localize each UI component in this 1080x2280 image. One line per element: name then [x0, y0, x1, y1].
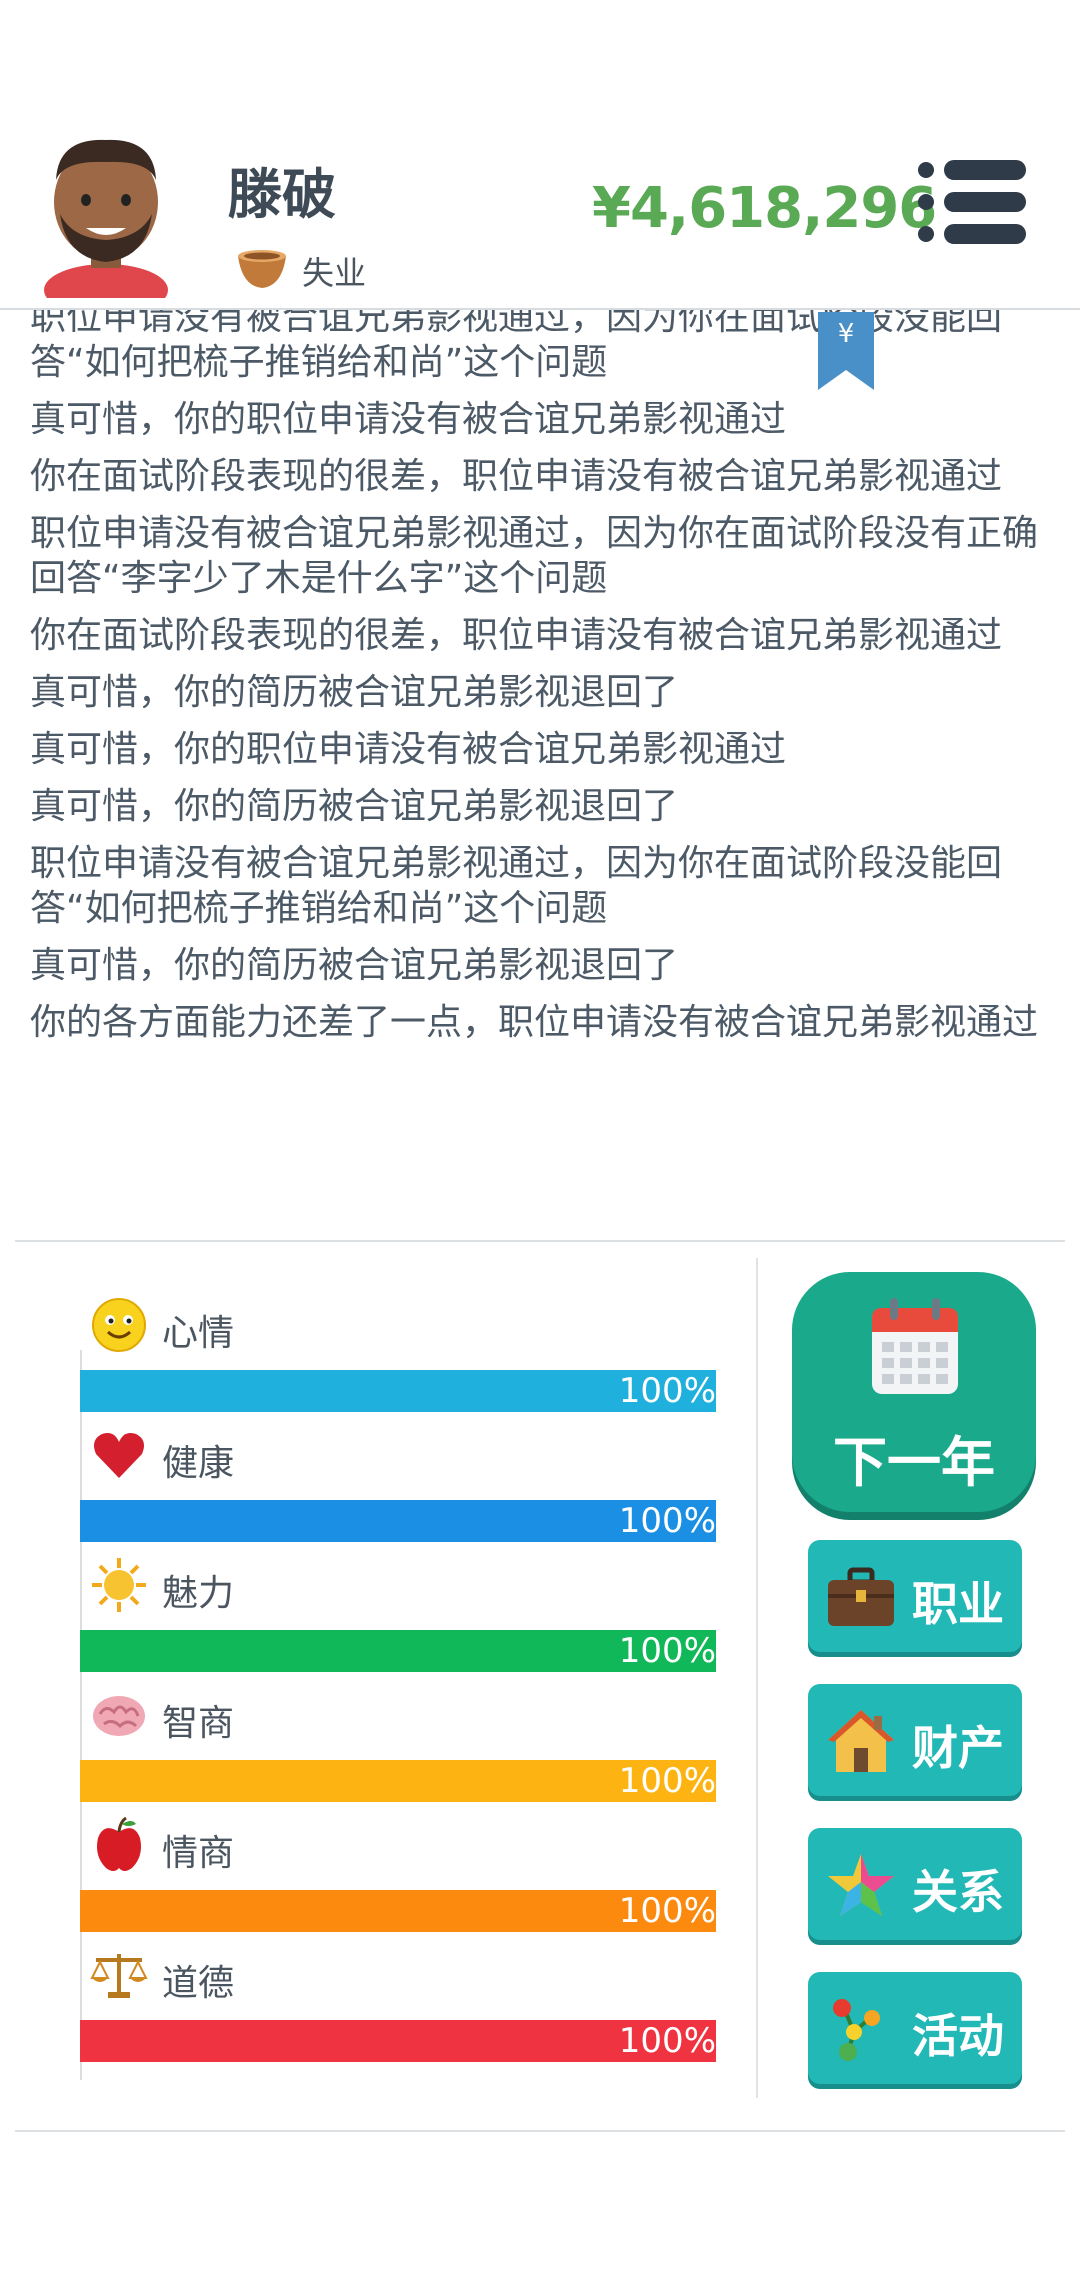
log-entry: 职位申请没有被合谊兄弟影视通过，因为你在面试阶段没能回答“如何把梳子推销给和尚”… [30, 310, 1003, 383]
log-entry: 职位申请没有被合谊兄弟影视通过，因为你在面试阶段没能回答“如何把梳子推销给和尚”… [30, 843, 1003, 929]
log-entry: 真可惜，你的简历被合谊兄弟影视退回了 [30, 786, 679, 827]
log-entry: 真可惜，你的职位申请没有被合谊兄弟影视通过 [30, 399, 787, 440]
stat-row: 智商 100% [80, 1686, 720, 1816]
section-divider [15, 1240, 1065, 1242]
heart-icon [94, 1433, 144, 1478]
stat-value: 100% [618, 1891, 716, 1931]
scales-icon [90, 1954, 148, 1998]
stat-label: 情商 [162, 1833, 235, 1874]
log-entry: 你的各方面能力还差了一点，职位申请没有被合谊兄弟影视通过 [30, 1002, 1039, 1043]
activities-label: 活动 [912, 2009, 1004, 2063]
column-divider [756, 1258, 758, 2098]
apple-icon [97, 1816, 141, 1871]
player-name: 滕破 [228, 163, 336, 226]
sun-icon [92, 1558, 146, 1612]
bottom-divider [15, 2130, 1065, 2132]
stat-row: 情商 100% [80, 1816, 720, 1946]
briefcase-icon [828, 1567, 894, 1626]
stat-label: 智商 [162, 1703, 235, 1744]
stat-row: 道德 100% [80, 1946, 720, 2076]
career-button[interactable]: 职业 [808, 1540, 1022, 1652]
stat-row: 心情 100% [80, 1296, 720, 1426]
log-entry: 真可惜，你的简历被合谊兄弟影视退回了 [30, 945, 679, 986]
stat-value: 100% [618, 1501, 716, 1541]
property-label: 财产 [912, 1721, 1004, 1775]
stat-label: 心情 [162, 1313, 235, 1354]
relations-button[interactable]: 关系 [808, 1828, 1022, 1940]
career-label: 职业 [912, 1577, 1004, 1631]
stat-value: 100% [618, 2021, 716, 2061]
bowl-icon [238, 250, 286, 288]
avatar[interactable] [36, 130, 176, 298]
job-status: 失业 [302, 254, 367, 292]
player-header: 滕破 失业 ¥4,618,296 [0, 120, 1080, 310]
money-balance: ¥4,618,296 [592, 176, 937, 241]
stat-label: 魅力 [162, 1573, 235, 1614]
calendar-icon [872, 1298, 958, 1394]
activities-icon [833, 1999, 880, 2061]
bookmark-icon[interactable]: ¥ [818, 312, 874, 392]
stat-label: 健康 [162, 1443, 235, 1484]
log-entry: 真可惜，你的简历被合谊兄弟影视退回了 [30, 672, 679, 713]
brain-icon [93, 1696, 145, 1736]
log-entry: 你在面试阶段表现的很差，职位申请没有被合谊兄弟影视通过 [30, 615, 1003, 656]
property-button[interactable]: 财产 [808, 1684, 1022, 1796]
stat-value: 100% [618, 1631, 716, 1671]
menu-icon[interactable] [918, 160, 1026, 244]
log-entry: 真可惜，你的职位申请没有被合谊兄弟影视通过 [30, 729, 787, 770]
relations-label: 关系 [912, 1865, 1004, 1919]
stat-row: 健康 100% [80, 1426, 720, 1556]
activities-button[interactable]: 活动 [808, 1972, 1022, 2084]
event-log[interactable]: 职位申请没有被合谊兄弟影视通过，因为你在面试阶段没能回答“如何把梳子推销给和尚”… [30, 310, 1050, 1205]
log-entry: 职位申请没有被合谊兄弟影视通过，因为你在面试阶段没有正确回答“李字少了木是什么字… [30, 513, 1039, 599]
stat-value: 100% [618, 1371, 716, 1411]
stat-label: 道德 [162, 1963, 235, 2004]
star-icon [828, 1854, 894, 1916]
stat-row: 魅力 100% [80, 1556, 720, 1686]
smiley-icon [92, 1298, 146, 1352]
house-icon [828, 1710, 894, 1772]
log-entry: 你在面试阶段表现的很差，职位申请没有被合谊兄弟影视通过 [30, 456, 1003, 497]
stat-value: 100% [618, 1761, 716, 1801]
next-year-label: 下一年 [833, 1431, 995, 1494]
bookmark-symbol: ¥ [838, 319, 855, 349]
next-year-button[interactable]: 下一年 [792, 1272, 1036, 1512]
